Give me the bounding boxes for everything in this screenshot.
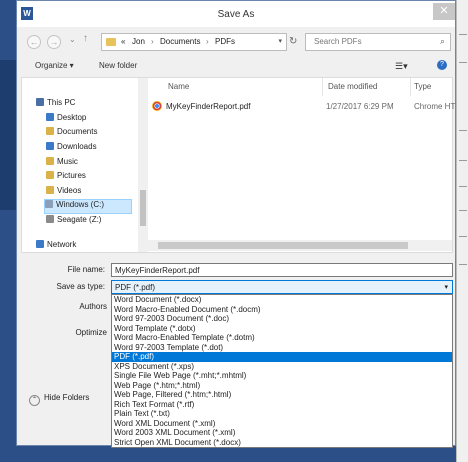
drive-icon	[46, 215, 54, 223]
videos-icon	[46, 186, 54, 194]
save-type-select[interactable]: PDF (*.pdf) ▾	[111, 280, 453, 294]
option-doc[interactable]: Word 97-2003 Document (*.doc)	[112, 314, 452, 324]
help-icon[interactable]: ?	[437, 60, 447, 70]
scrollbar-thumb[interactable]	[158, 242, 408, 249]
file-name-label: File name:	[67, 265, 105, 274]
breadcrumb-documents[interactable]: Documents	[160, 37, 200, 46]
tree-scrollbar[interactable]	[138, 78, 148, 252]
command-toolbar: Organize ▾ New folder ☰▾ ?	[17, 57, 455, 77]
drive-icon	[45, 200, 53, 208]
folder-icon	[106, 38, 116, 46]
pictures-icon	[46, 171, 54, 179]
breadcrumb-pdfs[interactable]: PDFs	[215, 37, 235, 46]
tree-item-downloads[interactable]: Downloads	[46, 142, 97, 155]
background-window-edge	[456, 0, 468, 462]
file-name: MyKeyFinderReport.pdf	[166, 102, 251, 111]
column-divider[interactable]	[410, 78, 411, 96]
scrollbar-thumb[interactable]	[140, 190, 146, 226]
tree-item-music[interactable]: Music	[46, 157, 78, 170]
organize-button[interactable]: Organize ▾	[35, 61, 74, 70]
save-type-value: PDF (*.pdf)	[115, 283, 156, 292]
column-header-type[interactable]: Type	[414, 82, 431, 91]
computer-icon	[36, 98, 44, 106]
option-dotm[interactable]: Word Macro-Enabled Template (*.dotm)	[112, 333, 452, 343]
file-row[interactable]: MyKeyFinderReport.pdf 1/27/2017 6:29 PM …	[150, 100, 455, 114]
tree-item-videos[interactable]: Videos	[46, 186, 81, 199]
column-header-date[interactable]: Date modified	[328, 82, 377, 91]
file-date: 1/27/2017 6:29 PM	[326, 102, 394, 111]
network-icon	[36, 240, 44, 248]
save-type-label: Save as type:	[56, 282, 105, 291]
file-name-field[interactable]: MyKeyFinderReport.pdf	[111, 263, 453, 277]
tree-item-network[interactable]: Network	[36, 240, 76, 253]
option-xml[interactable]: Word XML Document (*.xml)	[112, 419, 452, 429]
recent-locations-icon[interactable]: ⌄	[69, 35, 76, 44]
option-mht[interactable]: Single File Web Page (*.mht;*.mhtml)	[112, 371, 452, 381]
search-placeholder: Search PDFs	[314, 37, 362, 46]
tree-item-pictures[interactable]: Pictures	[46, 171, 86, 184]
close-button[interactable]: ✕	[433, 3, 455, 20]
authors-label: Authors	[79, 302, 107, 311]
chevron-up-icon: ⌃	[29, 395, 40, 406]
dialog-title: Save As	[217, 9, 255, 20]
option-dotx[interactable]: Word Template (*.dotx)	[112, 324, 452, 334]
browser-pane: This PC Desktop Documents Downloads Musi…	[21, 77, 455, 253]
tree-item-seagate-z[interactable]: Seagate (Z:)	[46, 215, 101, 228]
address-bar[interactable]: « Jon › Documents › PDFs ▾	[101, 33, 287, 51]
column-divider[interactable]	[322, 78, 323, 96]
desktop-icon	[46, 113, 54, 121]
option-txt[interactable]: Plain Text (*.txt)	[112, 409, 452, 419]
view-options-icon[interactable]: ☰▾	[395, 61, 408, 72]
option-xps[interactable]: XPS Document (*.xps)	[112, 362, 452, 372]
option-htm-filtered[interactable]: Web Page, Filtered (*.htm;*.html)	[112, 390, 452, 400]
address-row: ← → ⌄ ↑ « Jon › Documents › PDFs ▾ ↻ Sea…	[17, 31, 455, 55]
chevron-down-icon: ▾	[444, 284, 448, 291]
optimize-label: Optimize	[75, 328, 107, 337]
tree-item-documents[interactable]: Documents	[46, 127, 97, 140]
file-list: Name Date modified Type MyKeyFinderRepor…	[148, 78, 455, 252]
search-input[interactable]: Search PDFs ⌕	[305, 33, 451, 51]
column-header-name[interactable]: Name	[168, 82, 189, 91]
option-docx[interactable]: Word Document (*.docx)	[112, 295, 452, 305]
option-xml-2003[interactable]: Word 2003 XML Document (*.xml)	[112, 428, 452, 438]
option-docm[interactable]: Word Macro-Enabled Document (*.docm)	[112, 305, 452, 315]
navigation-tree: This PC Desktop Documents Downloads Musi…	[22, 78, 138, 252]
tree-item-windows-c[interactable]: Windows (C:)	[44, 199, 132, 214]
save-as-dialog: W Save As ✕ ← → ⌄ ↑ « Jon › Documents › …	[16, 0, 456, 448]
file-type: Chrome HT	[414, 102, 456, 111]
title-bar[interactable]: W Save As ✕	[17, 1, 455, 27]
background-app-strip	[0, 60, 16, 210]
option-dot[interactable]: Word 97-2003 Template (*.dot)	[112, 343, 452, 353]
chrome-icon	[152, 101, 162, 111]
downloads-icon	[46, 142, 54, 150]
horizontal-scrollbar[interactable]	[148, 240, 452, 251]
breadcrumb-separator: ›	[206, 37, 209, 46]
tree-item-desktop[interactable]: Desktop	[46, 113, 86, 126]
forward-button[interactable]: →	[47, 35, 61, 49]
option-rtf[interactable]: Rich Text Format (*.rtf)	[112, 400, 452, 410]
save-type-dropdown-list: Word Document (*.docx) Word Macro-Enable…	[111, 294, 453, 448]
back-button[interactable]: ←	[27, 35, 41, 49]
breadcrumb-jon[interactable]: Jon	[132, 37, 145, 46]
up-button[interactable]: ↑	[83, 33, 88, 44]
tree-item-this-pc[interactable]: This PC	[36, 98, 75, 111]
music-icon	[46, 157, 54, 165]
breadcrumb-overflow[interactable]: «	[121, 37, 125, 46]
option-pdf[interactable]: PDF (*.pdf)	[112, 352, 452, 362]
refresh-icon[interactable]: ↻	[289, 36, 297, 47]
search-icon: ⌕	[439, 36, 445, 46]
option-strict-docx[interactable]: Strict Open XML Document (*.docx)	[112, 438, 452, 448]
option-htm[interactable]: Web Page (*.htm;*.html)	[112, 381, 452, 391]
hide-folders-button[interactable]: ⌃ Hide Folders	[29, 393, 89, 406]
address-dropdown-icon[interactable]: ▾	[278, 37, 282, 45]
new-folder-button[interactable]: New folder	[99, 61, 137, 70]
documents-icon	[46, 127, 54, 135]
breadcrumb-separator: ›	[151, 37, 154, 46]
